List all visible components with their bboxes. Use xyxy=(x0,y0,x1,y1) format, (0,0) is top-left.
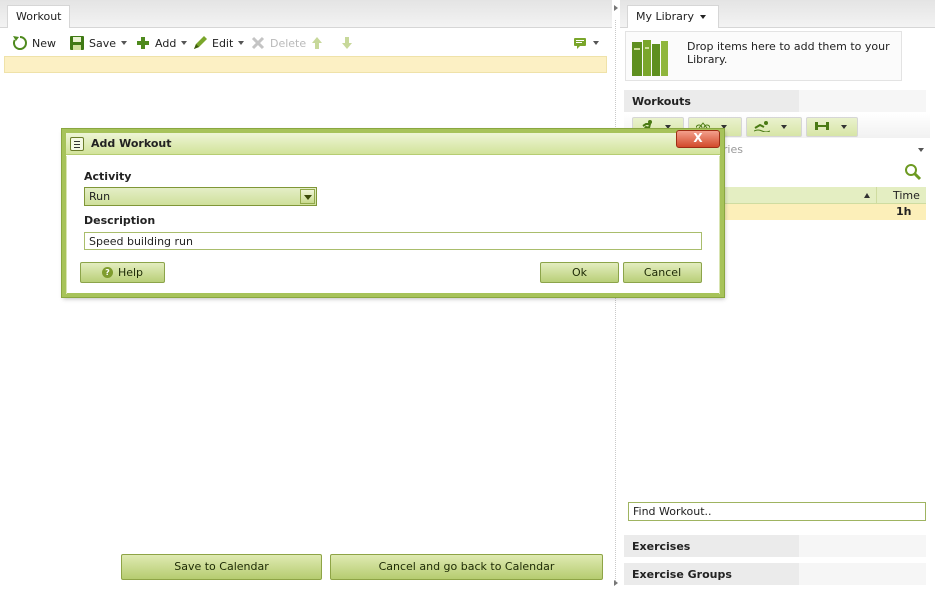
splitter-line xyxy=(615,20,616,581)
collapse-arrow-icon[interactable] xyxy=(614,5,618,11)
find-workout-input[interactable] xyxy=(628,502,926,521)
drop-zone-text: Drop items here to add them to your Libr… xyxy=(687,40,890,66)
description-input[interactable] xyxy=(84,232,702,250)
workout-tabstrip: Workout xyxy=(0,0,612,28)
library-tabstrip: My Library xyxy=(620,0,935,28)
delete-label: Delete xyxy=(270,36,307,50)
workouts-header-label: Workouts xyxy=(632,95,691,108)
close-icon: X xyxy=(693,131,703,145)
library-books-icon xyxy=(631,38,669,78)
edit-dropdown-caret-icon[interactable] xyxy=(238,41,245,45)
dialog-title: Add Workout xyxy=(91,137,172,150)
add-dropdown-caret-icon[interactable] xyxy=(181,41,188,45)
activity-label: Activity xyxy=(84,170,132,183)
add-icon xyxy=(135,35,151,51)
strength-filter-button[interactable] xyxy=(806,117,858,137)
collapse-arrow-bottom-icon[interactable] xyxy=(614,580,618,586)
save-dropdown-caret-icon[interactable] xyxy=(121,41,128,45)
tab-my-library[interactable]: My Library xyxy=(627,5,719,28)
workout-time-cell: 1h xyxy=(896,205,912,218)
cancel-button[interactable]: Cancel xyxy=(623,262,702,283)
help-label: Help xyxy=(117,266,144,279)
library-menu-caret-icon xyxy=(699,15,706,19)
move-down-icon xyxy=(339,35,355,51)
dialog-menu-icon[interactable] xyxy=(70,137,84,151)
swim-dropdown-caret-icon xyxy=(781,125,787,129)
edit-button[interactable]: Edit xyxy=(192,34,245,52)
exercises-section-header[interactable]: Exercises ⌄ xyxy=(624,535,935,558)
edit-label: Edit xyxy=(212,36,234,50)
description-label: Description xyxy=(84,214,156,227)
save-icon xyxy=(69,35,85,51)
exercise-groups-section-header[interactable]: Exercise Groups ⌄ xyxy=(624,563,935,586)
exercise-groups-header-label: Exercise Groups xyxy=(632,568,732,581)
swim-filter-button[interactable] xyxy=(746,117,802,137)
tab-my-library-label: My Library xyxy=(636,10,694,23)
library-drop-zone[interactable]: Drop items here to add them to your Libr… xyxy=(625,31,902,81)
strength-dropdown-caret-icon xyxy=(841,125,847,129)
help-button[interactable]: ? Help xyxy=(80,262,165,283)
comment-button[interactable] xyxy=(572,34,599,52)
delete-icon xyxy=(250,35,266,51)
chevron-down-icon[interactable] xyxy=(300,189,315,204)
move-up-icon xyxy=(309,35,325,51)
cancel-back-to-calendar-button[interactable]: Cancel and go back to Calendar xyxy=(330,554,603,580)
add-button[interactable]: Add xyxy=(135,34,188,52)
help-icon: ? xyxy=(101,267,113,278)
comment-dropdown-caret-icon[interactable] xyxy=(593,41,599,45)
save-label: Save xyxy=(89,36,117,50)
save-button[interactable]: Save xyxy=(69,34,128,52)
add-label: Add xyxy=(155,36,177,50)
edit-icon xyxy=(192,35,208,51)
delete-button[interactable]: Delete xyxy=(250,34,306,52)
comment-icon xyxy=(572,35,588,51)
move-down-button[interactable] xyxy=(339,34,355,52)
strength-icon xyxy=(814,120,830,135)
exercises-header-label: Exercises xyxy=(632,540,691,553)
swim-icon xyxy=(753,120,771,135)
activity-selected-value: Run xyxy=(89,190,111,203)
save-to-calendar-button[interactable]: Save to Calendar xyxy=(121,554,322,580)
status-bar xyxy=(4,56,607,73)
add-workout-dialog: Add Workout X Activity Run Description ?… xyxy=(62,129,724,297)
new-label: New xyxy=(32,36,56,50)
dialog-titlebar[interactable]: Add Workout X xyxy=(66,130,720,155)
category-dropdown-caret-icon[interactable] xyxy=(918,148,924,152)
workout-toolbar: New Save Add Edit Delete xyxy=(4,30,608,56)
move-up-button[interactable] xyxy=(309,34,325,52)
workouts-section-header[interactable]: Workouts ⌃ xyxy=(624,90,935,113)
new-button[interactable]: New xyxy=(12,34,56,52)
time-column-header[interactable]: Time xyxy=(876,187,926,204)
new-icon xyxy=(12,35,28,51)
activity-select[interactable]: Run xyxy=(84,187,317,206)
search-icon[interactable] xyxy=(904,163,922,181)
ok-button[interactable]: Ok xyxy=(540,262,619,283)
tab-workout[interactable]: Workout xyxy=(7,5,71,28)
sort-ascending-icon[interactable] xyxy=(864,193,870,198)
close-button[interactable]: X xyxy=(676,130,720,148)
dialog-body: Activity Run Description ? Help Ok Cance… xyxy=(66,156,720,294)
